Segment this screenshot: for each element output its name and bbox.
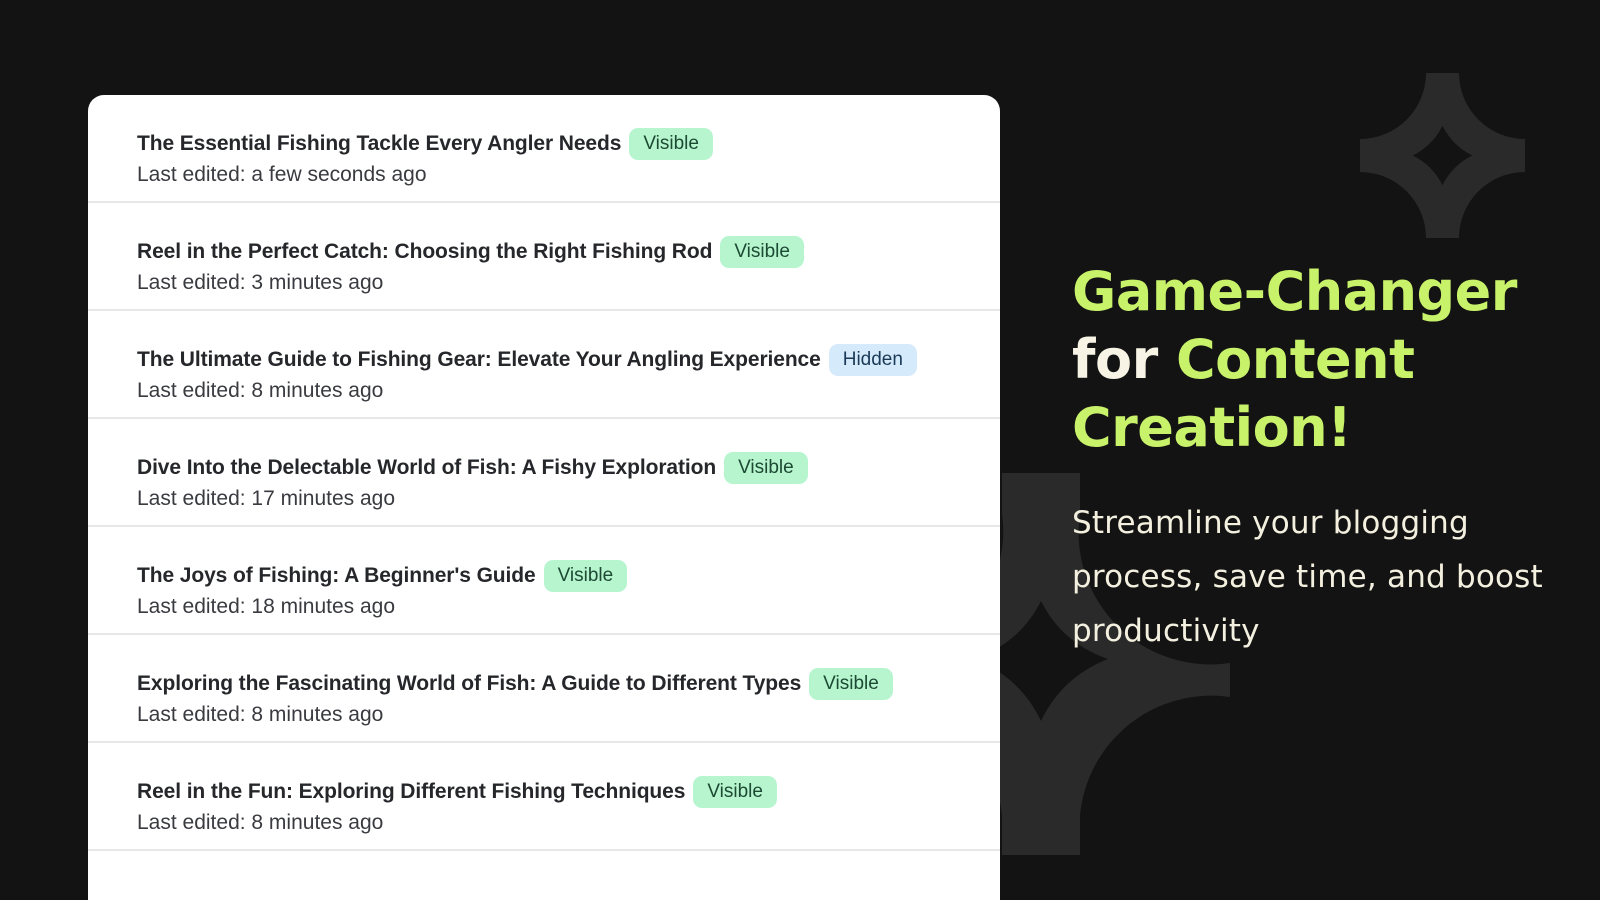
post-list-item[interactable]: Reel in the Fun: Exploring Different Fis… <box>88 743 1000 851</box>
headline-part-game-changer: Game-Changer <box>1072 260 1517 323</box>
hero-section: Game-Changer for Content Creation! Strea… <box>1072 258 1572 658</box>
post-title-row: Exploring the Fascinating World of Fish:… <box>137 668 1000 700</box>
last-edited-text: Last edited: 18 minutes ago <box>137 595 396 618</box>
status-badge: Visible <box>724 452 808 484</box>
post-list-item[interactable]: Exploring the Fascinating World of Fish:… <box>88 635 1000 743</box>
post-title[interactable]: The Essential Fishing Tackle Every Angle… <box>137 132 621 156</box>
status-badge: Visible <box>720 236 804 268</box>
post-title[interactable]: The Ultimate Guide to Fishing Gear: Elev… <box>137 348 821 372</box>
post-title-row: The Ultimate Guide to Fishing Gear: Elev… <box>137 344 1000 376</box>
last-edited-text: Last edited: 8 minutes ago <box>137 703 384 726</box>
post-title[interactable]: Reel in the Perfect Catch: Choosing the … <box>137 240 712 264</box>
status-badge: Visible <box>693 776 777 808</box>
post-title-row: Reel in the Perfect Catch: Choosing the … <box>137 236 1000 268</box>
status-badge: Visible <box>629 128 713 160</box>
hero-subheadline: Streamline your blogging process, save t… <box>1072 505 1543 649</box>
post-list-item[interactable]: The Ultimate Guide to Fishing Gear: Elev… <box>88 311 1000 419</box>
post-title[interactable]: Exploring the Fascinating World of Fish:… <box>137 672 801 696</box>
post-list: The Essential Fishing Tackle Every Angle… <box>88 95 1000 851</box>
post-list-panel: The Essential Fishing Tackle Every Angle… <box>88 95 1000 900</box>
post-title[interactable]: Reel in the Fun: Exploring Different Fis… <box>137 780 685 804</box>
last-edited-text: Last edited: 8 minutes ago <box>137 379 384 402</box>
post-list-item[interactable]: The Joys of Fishing: A Beginner's Guide V… <box>88 527 1000 635</box>
hero-headline: Game-Changer for Content Creation! <box>1072 258 1572 462</box>
headline-part-for: for <box>1072 328 1158 391</box>
post-title[interactable]: The Joys of Fishing: A Beginner's Guide <box>137 564 536 588</box>
last-edited-text: Last edited: 17 minutes ago <box>137 487 396 510</box>
post-list-item[interactable]: Reel in the Perfect Catch: Choosing the … <box>88 203 1000 311</box>
status-badge: Hidden <box>828 344 917 376</box>
status-badge: Visible <box>543 560 628 592</box>
post-title-row: The Joys of Fishing: A Beginner's Guide V… <box>137 560 1000 592</box>
post-list-item[interactable]: Dive Into the Delectable World of Fish: … <box>88 419 1000 527</box>
post-title[interactable]: Dive Into the Delectable World of Fish: … <box>137 456 716 480</box>
last-edited-text: Last edited: a few seconds ago <box>137 163 427 186</box>
status-badge: Visible <box>809 668 893 700</box>
post-title-row: The Essential Fishing Tackle Every Angle… <box>137 128 1000 160</box>
post-list-item[interactable]: The Essential Fishing Tackle Every Angle… <box>88 95 1000 203</box>
promo-canvas: The Essential Fishing Tackle Every Angle… <box>0 0 1600 900</box>
last-edited-text: Last edited: 3 minutes ago <box>137 271 384 294</box>
post-title-row: Reel in the Fun: Exploring Different Fis… <box>137 776 1000 808</box>
star-outline-decoration-icon <box>1360 73 1525 238</box>
post-title-row: Dive Into the Delectable World of Fish: … <box>137 452 1000 484</box>
last-edited-text: Last edited: 8 minutes ago <box>137 811 384 834</box>
